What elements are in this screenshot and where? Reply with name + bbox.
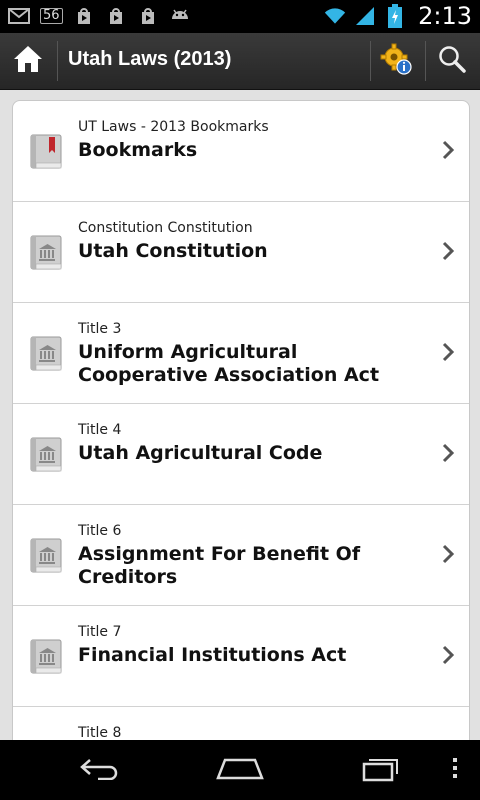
list-item-subtitle: Title 3 xyxy=(78,321,122,337)
status-clock: 2:13 xyxy=(418,2,472,30)
play-store-icon xyxy=(73,6,95,26)
list-item[interactable]: Title 3 Uniform Agricultural Cooperative … xyxy=(13,303,469,404)
notification-count-badge: 56 xyxy=(40,8,63,24)
status-bar: 56 2:13 xyxy=(0,0,480,33)
home-icon xyxy=(12,44,44,78)
signal-icon xyxy=(354,6,376,26)
list-item-subtitle: Constitution Constitution xyxy=(78,220,253,236)
play-store-icon xyxy=(105,6,127,26)
list-item-title: Financial Institutions Act xyxy=(78,644,347,666)
list-item[interactable]: Title 4 Utah Agricultural Code xyxy=(13,404,469,505)
list-item[interactable]: Constitution Constitution Utah Constituti… xyxy=(13,202,469,303)
chevron-right-icon xyxy=(441,341,455,363)
action-bar: Utah Laws (2013) xyxy=(0,33,480,90)
list-item-subtitle: Title 6 xyxy=(78,523,122,539)
back-arrow-icon xyxy=(78,756,122,784)
law-book-icon xyxy=(29,538,63,574)
recent-apps-button[interactable] xyxy=(350,750,410,790)
settings-info-button[interactable] xyxy=(370,33,422,89)
law-book-icon xyxy=(29,639,63,675)
search-button[interactable] xyxy=(426,33,478,89)
home-button[interactable] xyxy=(0,33,56,89)
home-nav-button[interactable] xyxy=(210,750,270,790)
list-item-title: Bookmarks xyxy=(78,139,198,161)
list-item[interactable]: Title 7 Financial Institutions Act xyxy=(13,606,469,707)
wifi-icon xyxy=(324,6,346,26)
law-book-icon xyxy=(29,235,63,271)
overflow-menu-button[interactable] xyxy=(440,750,470,790)
list-item-subtitle: Title 8 xyxy=(78,725,122,741)
titles-list: UT Laws - 2013 Bookmarks Bookmarks Constit… xyxy=(12,100,470,762)
back-button[interactable] xyxy=(70,750,130,790)
list-item-subtitle: Title 7 xyxy=(78,624,122,640)
list-item-title: Assignment For Benefit Of Creditors xyxy=(78,543,361,588)
gmail-icon xyxy=(8,6,30,26)
bookmark-book-icon xyxy=(29,134,63,170)
list-item[interactable]: UT Laws - 2013 Bookmarks Bookmarks xyxy=(13,101,469,202)
action-bar-divider xyxy=(57,41,58,81)
play-store-icon xyxy=(137,6,159,26)
chevron-right-icon xyxy=(441,139,455,161)
page-title: Utah Laws (2013) xyxy=(68,48,232,70)
recent-apps-icon xyxy=(360,754,400,786)
navigation-bar xyxy=(0,740,480,800)
list-item[interactable]: Title 6 Assignment For Benefit Of Credito… xyxy=(13,505,469,606)
chevron-right-icon xyxy=(441,644,455,666)
list-item-title: Utah Constitution xyxy=(78,240,268,262)
chevron-right-icon xyxy=(441,543,455,565)
overflow-menu-icon xyxy=(452,757,458,783)
home-outline-icon xyxy=(215,756,265,784)
list-item-subtitle: Title 4 xyxy=(78,422,122,438)
battery-icon xyxy=(384,4,406,28)
list-item-subtitle: UT Laws - 2013 Bookmarks xyxy=(78,119,269,135)
law-book-icon xyxy=(29,336,63,372)
list-item-title: Uniform Agricultural Cooperative Associa… xyxy=(78,341,380,386)
content-area: UT Laws - 2013 Bookmarks Bookmarks Constit… xyxy=(0,90,480,762)
law-book-icon xyxy=(29,437,63,473)
search-icon xyxy=(437,44,467,78)
chevron-right-icon xyxy=(441,442,455,464)
list-item-title: Utah Agricultural Code xyxy=(78,442,323,464)
android-icon xyxy=(169,6,191,26)
chevron-right-icon xyxy=(441,240,455,262)
gear-info-icon xyxy=(380,43,412,79)
